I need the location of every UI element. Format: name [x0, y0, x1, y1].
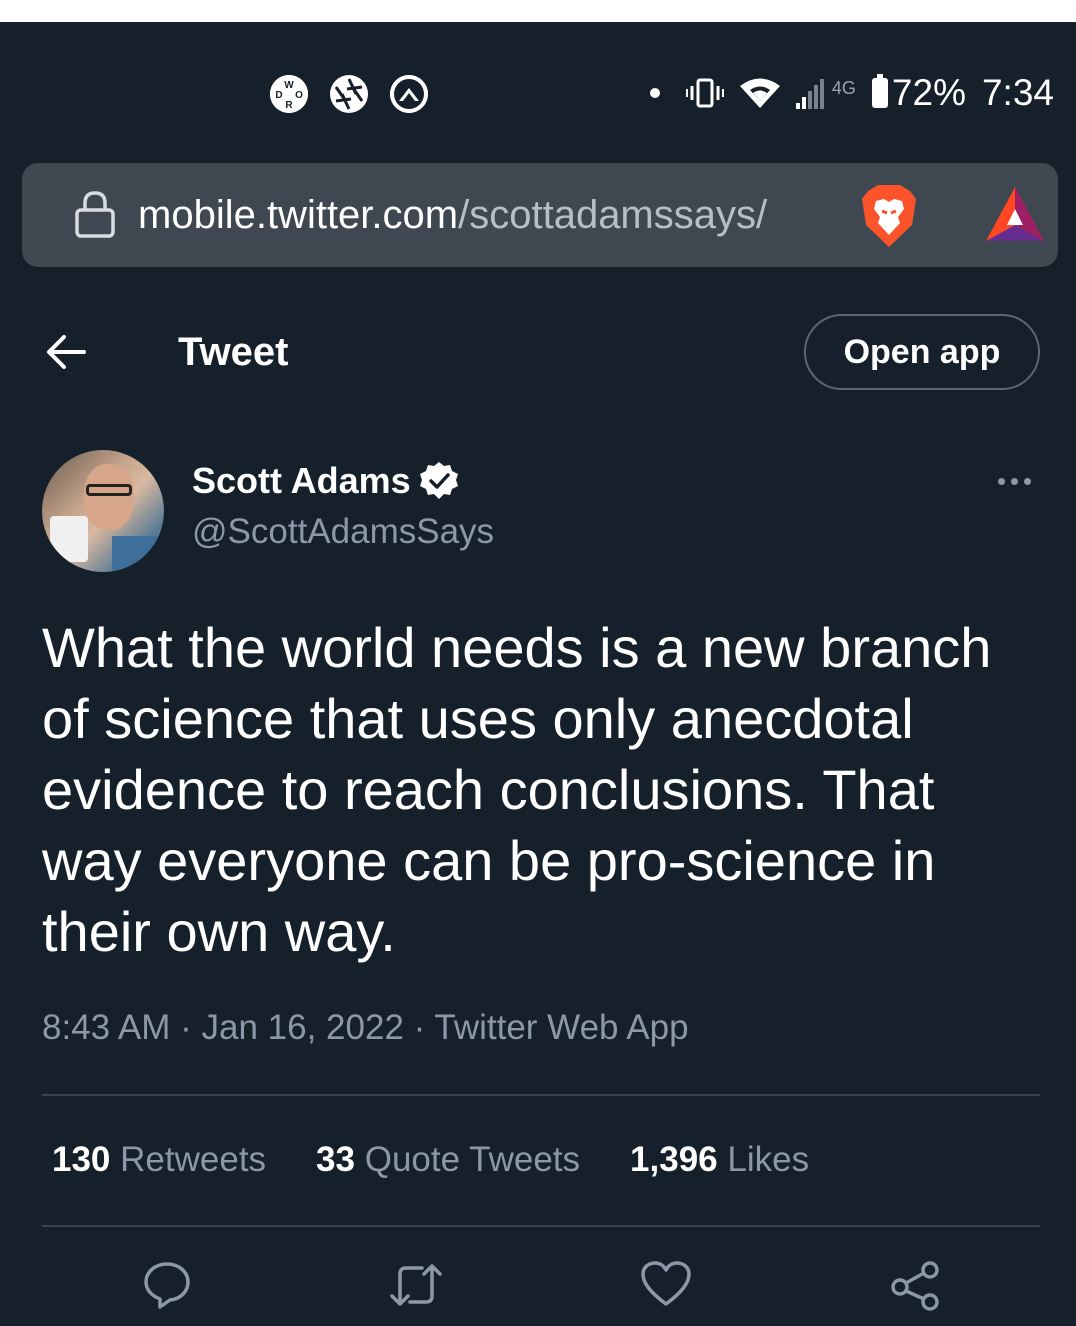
mountain-icon [390, 75, 428, 113]
bat-rewards-icon[interactable] [984, 185, 1046, 243]
svg-text:R: R [285, 100, 293, 111]
network-type-label: 4G [831, 78, 856, 98]
reply-icon[interactable] [142, 1260, 192, 1310]
svg-text:W: W [284, 80, 294, 91]
vibrate-icon [685, 78, 724, 108]
tweet-text: What the world needs is a new branch of … [42, 616, 992, 963]
brave-shield-icon[interactable] [858, 183, 920, 249]
lock-icon [75, 191, 115, 238]
tweet-stats: 130 Retweets 33 Quote Tweets 1,396 Likes [52, 1140, 809, 1180]
status-bar-app-icons: W D O R [270, 75, 428, 113]
author-name-row[interactable]: Scott Adams [192, 460, 459, 502]
svg-text:D: D [275, 90, 282, 101]
more-options-icon[interactable] [998, 478, 1031, 485]
quote-tweets-stat[interactable]: 33 Quote Tweets [316, 1140, 580, 1180]
svg-text:O: O [295, 90, 303, 101]
back-arrow-icon[interactable] [44, 332, 86, 372]
aperture-icon [330, 75, 368, 113]
browser-url-bar[interactable]: mobile.twitter.com/scottadamssays/ [22, 163, 1058, 267]
likes-stat[interactable]: 1,396 Likes [630, 1140, 809, 1180]
url-path: /scottadamssays/ [458, 193, 768, 237]
share-icon[interactable] [890, 1260, 942, 1312]
cell-signal-icon [795, 79, 824, 109]
battery-icon [871, 74, 888, 108]
author-name[interactable]: Scott Adams [192, 460, 411, 502]
avatar[interactable] [42, 450, 164, 572]
wdor-icon: W D O R [270, 75, 308, 113]
like-heart-icon[interactable] [640, 1260, 692, 1308]
battery-percent: 72% [891, 72, 966, 113]
retweet-icon[interactable] [388, 1260, 444, 1310]
battery-indicator: 72% [871, 72, 966, 114]
divider [42, 1094, 1040, 1096]
wifi-icon [739, 78, 780, 108]
status-bar-system: 4G 72% 7:34 [649, 72, 1054, 114]
tweet-meta[interactable]: 8:43 AM · Jan 16, 2022 · Twitter Web App [42, 1008, 689, 1048]
url-text[interactable]: mobile.twitter.com/scottadamssays/ [138, 193, 767, 238]
retweets-stat[interactable]: 130 Retweets [52, 1140, 266, 1180]
open-app-button[interactable]: Open app [804, 314, 1040, 390]
notification-dot-icon [649, 88, 660, 98]
clock: 7:34 [981, 72, 1054, 113]
divider [42, 1225, 1040, 1227]
author-handle[interactable]: @ScottAdamsSays [192, 512, 494, 552]
url-host: mobile.twitter.com [138, 193, 459, 237]
verified-badge-icon [419, 462, 458, 499]
page-title: Tweet [178, 330, 289, 374]
screen-top-strip [0, 0, 1076, 22]
